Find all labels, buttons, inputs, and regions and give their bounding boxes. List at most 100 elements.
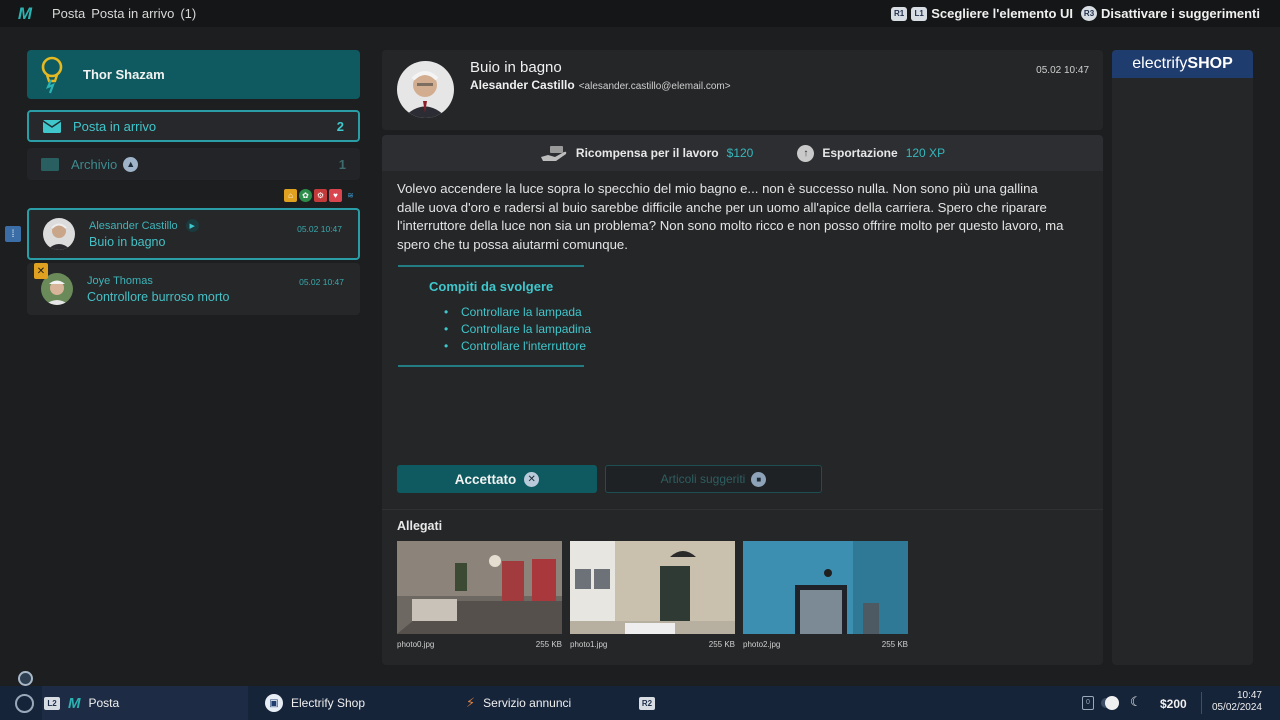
message-sender: Alesander Castillo ▶ — [89, 219, 199, 232]
attachment[interactable]: photo1.jpg 255 KB — [570, 541, 735, 649]
sender-avatar — [397, 61, 454, 118]
attachment-name: photo0.jpg — [397, 640, 435, 649]
divider — [1201, 692, 1202, 714]
electrify-shop-banner[interactable]: electrify SHOP — [1112, 50, 1253, 78]
taskbar-ads-service[interactable]: ⚡ Servizio annunci — [466, 686, 571, 720]
clock-time: 10:47 — [1236, 690, 1262, 701]
reward-bar: Ricompensa per il lavoro $120 ↑ Esportaz… — [382, 135, 1103, 171]
tool-badge-icon: ✕ — [34, 263, 48, 279]
task-item: Controllare la lampadina — [444, 321, 591, 338]
mail-icon — [43, 119, 61, 133]
clock: 10:47 05/02/2024 — [1212, 690, 1262, 714]
reward-label: Ricompensa per il lavoro — [575, 146, 719, 160]
cross-button-icon: ✕ — [524, 471, 540, 487]
lightbulb-logo-icon — [41, 56, 63, 93]
divider — [398, 265, 584, 267]
reward: Ricompensa per il lavoro $120 — [540, 144, 753, 162]
settings-icon: ⚙ — [314, 189, 327, 202]
mail-subject: Buio in bagno — [470, 59, 562, 76]
suggested-articles-label: Articoli suggeriti — [660, 472, 746, 486]
mail-sender-name: Alesander Castillo — [470, 78, 575, 92]
profile-card[interactable]: Thor Shazam — [27, 50, 360, 99]
moon-icon: ☾ — [1130, 694, 1142, 709]
mail-from: Alesander Castillo <alesander.castillo@el… — [470, 78, 731, 92]
task-item: Controllare l'interruttore — [444, 338, 591, 355]
wifi-icon: ≋ — [347, 191, 354, 200]
folder-archive-count: 1 — [338, 156, 346, 172]
power-icon[interactable] — [15, 694, 34, 713]
lightning-icon: ⚡ — [466, 695, 476, 710]
brand-light: electrify — [1132, 55, 1188, 72]
taskbar-posta[interactable]: L2 M Posta — [42, 686, 248, 720]
r2-button-icon: R2 — [639, 696, 655, 710]
message-item[interactable]: Joye Thomas Controllore burroso morto 05… — [27, 263, 360, 315]
export-value: 120 XP — [905, 146, 946, 160]
mail-app-icon: M — [68, 694, 81, 712]
taskbar-posta-label: Posta — [88, 696, 120, 710]
message-time: 05.02 10:47 — [297, 224, 342, 234]
attachment-size: 255 KB — [535, 640, 562, 649]
message-subject: Buio in bagno — [89, 235, 166, 249]
battery-icon: 0 — [1082, 696, 1094, 710]
attachment-thumbnail — [397, 541, 562, 634]
ad-panel: electrify SHOP — [1112, 50, 1253, 665]
attachment-size: 255 KB — [881, 640, 908, 649]
clock-date: 05/02/2024 — [1211, 702, 1262, 713]
divider — [382, 509, 1103, 510]
triangle-button-icon: ▲ — [123, 156, 139, 172]
r1-button-icon: R1 — [890, 6, 908, 21]
top-bar: M Posta Posta in arrivo (1) R1 L1 Scegli… — [0, 0, 1280, 27]
message-time: 05.02 10:47 — [299, 277, 344, 287]
attachment-thumbnail — [743, 541, 908, 634]
message-sender: Joye Thomas — [87, 274, 153, 287]
suggested-articles-button[interactable]: Articoli suggeriti ■ — [605, 465, 822, 493]
money-hand-icon — [540, 146, 567, 161]
mail-date: 05.02 10:47 — [1036, 65, 1089, 76]
mail-sender-email: <alesander.castillo@elemail.com> — [578, 81, 731, 92]
attachment-name: photo2.jpg — [743, 640, 781, 649]
day-night-toggle[interactable] — [1101, 696, 1119, 710]
breadcrumb-count: (1) — [180, 6, 197, 21]
home-icon: ⌂ — [284, 189, 297, 202]
folder-archive[interactable]: Archivio ▲ 1 — [27, 148, 360, 180]
attachment-name: photo1.jpg — [570, 640, 608, 649]
taskbar-r2: R2 — [639, 686, 655, 720]
attachments-title: Allegati — [397, 519, 443, 533]
archive-icon — [41, 157, 59, 171]
attachment-size: 255 KB — [708, 640, 735, 649]
folder-inbox[interactable]: Posta in arrivo 2 — [27, 110, 360, 142]
heart-icon: ♥ — [329, 189, 342, 202]
attachment[interactable]: photo0.jpg 255 KB — [397, 541, 562, 649]
gamepad-indicator-icon: ⁞ — [5, 226, 21, 242]
mail-body: Ricompensa per il lavoro $120 ↑ Esportaz… — [382, 135, 1103, 665]
breadcrumb-inbox[interactable]: Posta in arrivo — [91, 6, 174, 21]
controller-hints: R1 L1 Scegliere l'elemento UI R3 Disatti… — [890, 0, 1264, 27]
attachment[interactable]: photo2.jpg 255 KB — [743, 541, 908, 649]
tasks-title: Compiti da svolgere — [429, 279, 554, 294]
export-label: Esportazione — [822, 146, 898, 160]
circle-button-icon — [18, 671, 33, 686]
money-balance: $200 — [1160, 697, 1187, 711]
folder-inbox-label: Posta in arrivo — [73, 118, 157, 134]
accept-label: Accettato — [454, 471, 517, 487]
up-arrow-icon: ↑ — [797, 144, 815, 162]
taskbar-electrify-shop[interactable]: ▣ Electrify Shop — [265, 686, 365, 720]
accept-button[interactable]: Accettato ✕ — [397, 465, 597, 493]
folder-inbox-count: 2 — [336, 118, 344, 134]
profile-name: Thor Shazam — [83, 67, 165, 82]
l1-button-icon: L1 — [911, 6, 928, 21]
message-subject: Controllore burroso morto — [87, 289, 230, 304]
r3-button-icon: R3 — [1081, 6, 1098, 21]
mail-text: Volevo accendere la luce sopra lo specch… — [397, 181, 1064, 252]
hint-select-ui[interactable]: Scegliere l'elemento UI — [931, 6, 1073, 21]
message-sender-name: Alesander Castillo — [89, 219, 178, 232]
app-logo-icon: M — [17, 3, 33, 23]
divider — [398, 365, 584, 367]
breadcrumb-root[interactable]: Posta — [52, 6, 85, 21]
export: ↑ Esportazione 120 XP — [797, 144, 946, 162]
message-item[interactable]: Alesander Castillo ▶ Buio in bagno 05.02… — [27, 208, 360, 260]
mail-header: Buio in bagno Alesander Castillo <alesand… — [382, 50, 1103, 130]
play-icon[interactable]: ▶ — [185, 219, 199, 232]
folder-archive-label: Archivio — [71, 156, 118, 172]
hint-disable[interactable]: Disattivare i suggerimenti — [1101, 6, 1260, 21]
